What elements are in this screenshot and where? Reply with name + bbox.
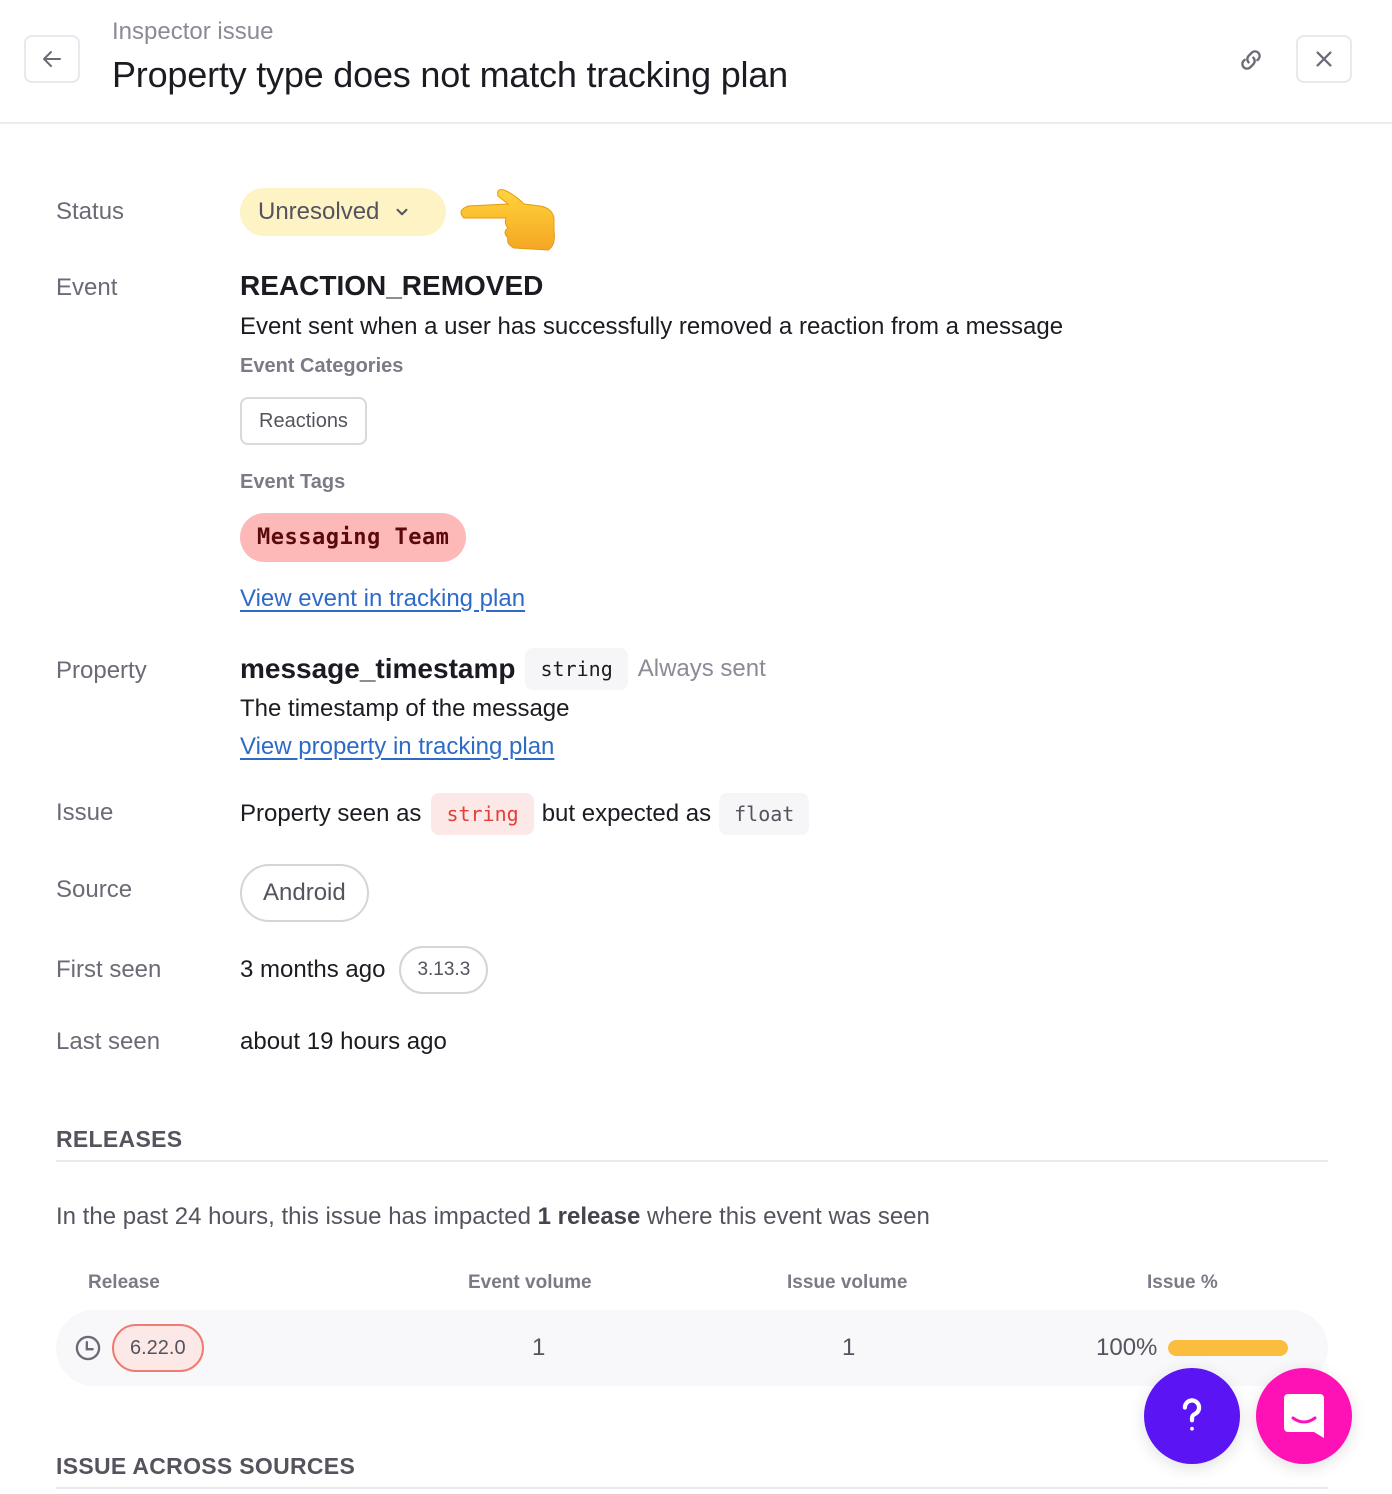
status-value: Unresolved bbox=[258, 198, 380, 225]
issue-middle: but expected as bbox=[541, 800, 712, 827]
property-name: message_timestamp bbox=[240, 653, 516, 684]
header-kicker: Inspector issue bbox=[112, 18, 274, 45]
view-event-link[interactable]: View event in tracking plan bbox=[240, 585, 525, 613]
seen-type-chip: string bbox=[431, 793, 534, 835]
issue-across-sources-divider bbox=[56, 1487, 1328, 1489]
property-header: message_timestamp string Always sent bbox=[240, 648, 766, 690]
first-seen-value: 3 months ago bbox=[240, 956, 386, 983]
summary-suffix: where this event was seen bbox=[640, 1203, 930, 1230]
pointing-left-hand-icon bbox=[460, 189, 555, 251]
property-presence: Always sent bbox=[637, 655, 766, 682]
clock-icon bbox=[75, 1335, 101, 1361]
releases-summary: In the past 24 hours, this issue has imp… bbox=[56, 1203, 930, 1231]
event-name: REACTION_REMOVED bbox=[240, 270, 544, 301]
property-type-chip: string bbox=[525, 648, 628, 690]
releases-section-title: RELEASES bbox=[56, 1126, 183, 1152]
column-header-release: Release bbox=[88, 1272, 160, 1293]
event-categories-label: Event Categories bbox=[240, 355, 404, 377]
issue-across-sources-title: ISSUE ACROSS SOURCES bbox=[56, 1453, 356, 1479]
status-label: Status bbox=[56, 198, 125, 225]
event-description: Event sent when a user has successfully … bbox=[240, 313, 1064, 340]
column-header-issue-pct: Issue % bbox=[1147, 1272, 1218, 1293]
event-tags-label: Event Tags bbox=[240, 471, 346, 493]
link-icon bbox=[1241, 50, 1261, 70]
chevron-down-icon bbox=[396, 208, 408, 216]
page-title: Property type does not match tracking pl… bbox=[112, 54, 788, 95]
first-seen-label: First seen bbox=[56, 956, 162, 983]
issue-pct-bar-fill bbox=[1168, 1340, 1288, 1356]
release-version-chip[interactable]: 6.22.0 bbox=[112, 1324, 204, 1372]
issue-label: Issue bbox=[56, 799, 114, 826]
last-seen-label: Last seen bbox=[56, 1028, 161, 1055]
issue-volume-cell: 1 bbox=[842, 1334, 856, 1361]
summary-count: 1 release bbox=[537, 1203, 641, 1230]
event-category-chip: Reactions bbox=[240, 397, 367, 445]
releases-divider bbox=[56, 1160, 1328, 1162]
column-header-event-volume: Event volume bbox=[468, 1272, 592, 1293]
summary-prefix: In the past 24 hours, this issue has imp… bbox=[56, 1203, 538, 1230]
close-icon bbox=[1316, 51, 1332, 67]
source-label: Source bbox=[56, 876, 133, 903]
event-volume-cell: 1 bbox=[532, 1334, 546, 1361]
table-row: 6.22.0 1 1 100% bbox=[56, 1310, 1328, 1386]
close-button[interactable] bbox=[1296, 35, 1352, 83]
expected-type-chip: float bbox=[719, 793, 810, 835]
event-tag-chip: Messaging Team bbox=[240, 513, 467, 562]
column-header-issue-volume: Issue volume bbox=[787, 1272, 908, 1293]
source-chip[interactable]: Android bbox=[240, 864, 369, 922]
issue-pct-bar bbox=[1168, 1340, 1288, 1356]
first-seen-version-chip: 3.13.3 bbox=[399, 946, 489, 994]
first-seen-value-row: 3 months ago 3.13.3 bbox=[240, 946, 489, 994]
last-seen-value: about 19 hours ago bbox=[240, 1028, 447, 1055]
view-property-link[interactable]: View property in tracking plan bbox=[240, 733, 554, 761]
chat-button[interactable] bbox=[1256, 1368, 1352, 1464]
back-button[interactable] bbox=[24, 35, 80, 83]
property-description: The timestamp of the message bbox=[240, 695, 570, 722]
question-mark-icon bbox=[1182, 1398, 1202, 1431]
status-dropdown[interactable]: Unresolved bbox=[240, 188, 446, 236]
help-button[interactable] bbox=[1144, 1368, 1240, 1464]
arrow-left-icon bbox=[43, 51, 61, 67]
event-label: Event bbox=[56, 274, 118, 301]
issue-pct-cell: 100% bbox=[1096, 1334, 1158, 1361]
issue-header: Inspector issue Property type does not m… bbox=[0, 0, 1392, 124]
issue-description: Property seen as string but expected as … bbox=[240, 793, 810, 835]
property-label: Property bbox=[56, 657, 147, 684]
copy-link-button[interactable] bbox=[1228, 38, 1274, 82]
issue-prefix: Property seen as bbox=[240, 800, 422, 827]
chat-bubble-icon bbox=[1284, 1394, 1324, 1438]
